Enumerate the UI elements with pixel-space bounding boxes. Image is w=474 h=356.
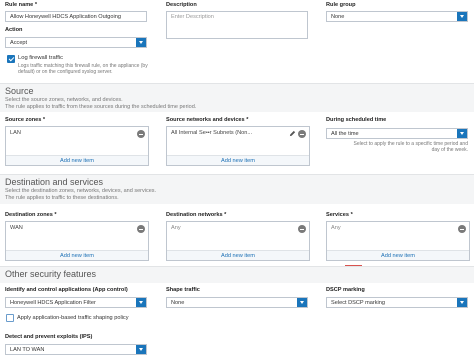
shaping-policy-label: Apply application-based traffic shaping … bbox=[17, 315, 129, 321]
dscp-select[interactable]: Select DSCP marking bbox=[326, 297, 468, 308]
dscp-value: Select DSCP marking bbox=[331, 300, 385, 306]
dropdown-icon[interactable] bbox=[457, 12, 467, 21]
schedule-hint-2: day of the week. bbox=[431, 147, 468, 153]
destination-zones-list: WAN Add new item bbox=[5, 221, 149, 261]
log-traffic-hint-2: default) or on the configured syslog ser… bbox=[18, 69, 113, 75]
shape-traffic-select[interactable]: None bbox=[166, 297, 308, 308]
destination-networks-label: Destination networks * bbox=[166, 212, 227, 218]
source-subtitle-2: The rule applies to traffic from these s… bbox=[5, 104, 197, 110]
add-new-item-button[interactable]: Add new item bbox=[327, 250, 469, 260]
add-new-item-button[interactable]: Add new item bbox=[167, 250, 309, 260]
add-new-item-button[interactable]: Add new item bbox=[6, 250, 148, 260]
source-networks-list: All Internal Se••r Subnets (Non... Add n… bbox=[166, 126, 310, 166]
remove-icon[interactable] bbox=[298, 130, 306, 138]
dropdown-icon[interactable] bbox=[297, 298, 307, 307]
destination-section-header: Destination and services Select the dest… bbox=[0, 174, 474, 204]
destination-title: Destination and services bbox=[5, 177, 104, 187]
source-networks-label: Source networks and devices * bbox=[166, 117, 249, 123]
rule-group-label: Rule group bbox=[326, 2, 356, 8]
destination-subtitle-2: The rule applies to traffic to these des… bbox=[5, 195, 119, 201]
add-new-item-button[interactable]: Add new item bbox=[167, 155, 309, 165]
dropdown-icon[interactable] bbox=[457, 129, 467, 138]
app-control-value: Honeywell HDCS Application Filter bbox=[10, 300, 96, 306]
dropdown-icon[interactable] bbox=[136, 38, 146, 47]
rule-group-select[interactable]: None bbox=[326, 11, 468, 22]
app-control-select[interactable]: Honeywell HDCS Application Filter bbox=[5, 297, 147, 308]
add-new-item-button[interactable]: Add new item bbox=[6, 155, 148, 165]
remove-icon[interactable] bbox=[298, 225, 306, 233]
rule-name-input[interactable]: Allow Honeywell HDCS Application Outgoin… bbox=[5, 11, 147, 22]
destination-zones-label: Destination zones * bbox=[5, 212, 57, 218]
source-zones-list: LAN Add new item bbox=[5, 126, 149, 166]
source-title: Source bbox=[5, 86, 34, 96]
remove-icon[interactable] bbox=[137, 225, 145, 233]
source-subtitle-1: Select the source zones, networks, and d… bbox=[5, 97, 123, 103]
list-item: LAN bbox=[10, 130, 21, 136]
dropdown-icon[interactable] bbox=[136, 298, 146, 307]
schedule-value: All the time bbox=[331, 131, 359, 137]
action-value: Accept bbox=[10, 40, 28, 46]
app-control-label: Identify and control applications (App c… bbox=[5, 287, 128, 293]
ips-label: Detect and prevent exploits (IPS) bbox=[5, 334, 93, 340]
list-item: Any bbox=[331, 225, 341, 231]
destination-subtitle-1: Select the destination zones, networks, … bbox=[5, 188, 157, 194]
other-section-header: Other security features bbox=[0, 266, 474, 283]
dscp-label: DSCP marking bbox=[326, 287, 365, 293]
schedule-select[interactable]: All the time bbox=[326, 128, 468, 139]
ips-value: LAN TO WAN bbox=[10, 347, 45, 353]
list-item: WAN bbox=[10, 225, 23, 231]
dropdown-icon[interactable] bbox=[136, 345, 146, 354]
dropdown-icon[interactable] bbox=[457, 298, 467, 307]
remove-icon[interactable] bbox=[137, 130, 145, 138]
services-list: Any Add new item bbox=[326, 221, 470, 261]
source-zones-label: Source zones * bbox=[5, 117, 46, 123]
schedule-label: During scheduled time bbox=[326, 117, 387, 123]
list-item: Any bbox=[171, 225, 181, 231]
description-textarea[interactable]: Enter Description bbox=[166, 11, 308, 39]
log-traffic-label: Log firewall traffic bbox=[18, 55, 63, 61]
other-title: Other security features bbox=[5, 269, 97, 279]
action-select[interactable]: Accept bbox=[5, 37, 147, 48]
edit-icon[interactable] bbox=[289, 130, 296, 137]
shaping-policy-checkbox[interactable] bbox=[6, 314, 14, 322]
destination-networks-list: Any Add new item bbox=[166, 221, 310, 261]
shape-traffic-value: None bbox=[171, 300, 185, 306]
ips-select[interactable]: LAN TO WAN bbox=[5, 344, 147, 355]
log-traffic-checkbox[interactable] bbox=[7, 55, 15, 63]
action-label: Action bbox=[5, 27, 23, 33]
remove-icon[interactable] bbox=[458, 225, 466, 233]
rule-group-value: None bbox=[331, 14, 345, 20]
description-label: Description bbox=[166, 2, 197, 8]
rule-name-label: Rule name * bbox=[5, 2, 38, 8]
list-item: All Internal Se••r Subnets (Non... bbox=[171, 130, 253, 136]
shape-traffic-label: Shape traffic bbox=[166, 287, 200, 293]
services-label: Services * bbox=[326, 212, 353, 218]
source-section-header: Source Select the source zones, networks… bbox=[0, 83, 474, 112]
